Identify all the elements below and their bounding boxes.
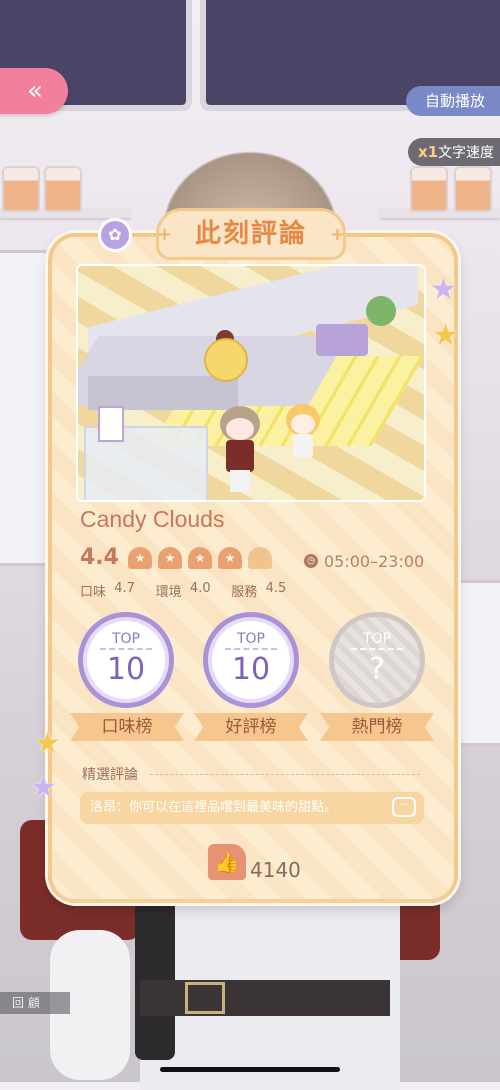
rating-icons: ★ ★ ★ ★ ★ [128, 547, 272, 569]
scene-counter-front [88, 376, 238, 410]
bun-icon: ★ [128, 547, 152, 569]
speed-label: 文字速度 [438, 145, 495, 161]
sub-rating-value: 4.7 [114, 581, 135, 596]
thumbs-up-icon[interactable]: 👍 [208, 844, 246, 880]
review-button[interactable]: 回 顧 [0, 992, 70, 1014]
chat-bubble-icon[interactable]: ··· [392, 797, 416, 817]
badge-top-label: TOP [224, 631, 277, 650]
title-plus-left: + [157, 224, 173, 245]
text-speed-button[interactable]: x1文字速度 [408, 138, 500, 166]
bun-icon: ★ [218, 547, 242, 569]
star-icon: ★ [34, 726, 61, 761]
autoplay-button[interactable]: 自動播放 [406, 86, 500, 116]
star-icon: ★ [432, 318, 459, 353]
star-icon: ★ [30, 770, 57, 805]
title-plus-right: + [329, 224, 345, 245]
shop-scene-image [76, 264, 426, 502]
badge-rank: 10 [106, 652, 146, 687]
sub-rating-value: 4.5 [265, 581, 287, 596]
speed-multiplier: x1 [417, 143, 439, 161]
divider [150, 774, 420, 775]
scene-menu-sign [98, 406, 124, 442]
double-chevron-left-icon: « [27, 76, 43, 106]
sub-ratings: 口味 4.7 環境 4.0 服務 4.5 [80, 581, 286, 600]
bun-icon: ★ [248, 547, 272, 569]
badge-rank: ? [369, 652, 385, 687]
home-indicator [160, 1067, 340, 1072]
scene-plant [366, 296, 396, 326]
jar [44, 166, 82, 212]
belt-buckle [185, 982, 225, 1014]
ribbon-taste: 口味榜 [70, 713, 184, 741]
badge-top-label: TOP [350, 631, 403, 650]
flower-icon: ✿ [98, 218, 132, 252]
ribbon-reviews: 好評榜 [194, 713, 308, 741]
badge-rank: 10 [231, 652, 271, 687]
card-title: 此刻評論 [194, 219, 307, 249]
card-title-plate: + 此刻評論 + [156, 208, 346, 260]
featured-comment-text: 洛昂：你可以在這裡品嚐到最美味的甜點。 [90, 800, 338, 815]
scene-pompom [204, 338, 248, 382]
shop-name: Candy Clouds [80, 506, 225, 532]
jar [410, 166, 448, 212]
scene-chibi-boy [220, 406, 260, 492]
sub-rating-label: 服務 [231, 585, 258, 600]
scene-register [316, 324, 368, 356]
sub-rating-label: 口味 [80, 585, 107, 600]
like-count: 4140 [250, 858, 301, 882]
clock-icon: ◷ [304, 554, 318, 568]
rating-value: 4.4 [80, 545, 119, 570]
sub-rating-label: 環境 [155, 585, 182, 600]
scene-chibi-girl [286, 404, 320, 460]
featured-review-label: 精選評論 [82, 767, 138, 783]
belt [140, 980, 390, 1016]
jar [2, 166, 40, 212]
jar [454, 166, 492, 212]
bun-icon: ★ [188, 547, 212, 569]
back-button[interactable]: « [0, 68, 68, 114]
badge-taste[interactable]: TOP 10 [78, 612, 174, 708]
star-icon: ★ [430, 272, 457, 307]
ribbon-popular: 熱門榜 [320, 713, 434, 741]
opening-hours: 05:00–23:00 [324, 552, 425, 571]
sub-rating-value: 4.0 [189, 581, 211, 596]
badge-top-label: TOP [99, 631, 152, 650]
badge-reviews[interactable]: TOP 10 [203, 612, 299, 708]
bun-icon: ★ [158, 547, 182, 569]
featured-comment[interactable]: 洛昂：你可以在這裡品嚐到最美味的甜點。 ··· [80, 792, 424, 824]
badge-popular[interactable]: TOP ? [329, 612, 425, 708]
